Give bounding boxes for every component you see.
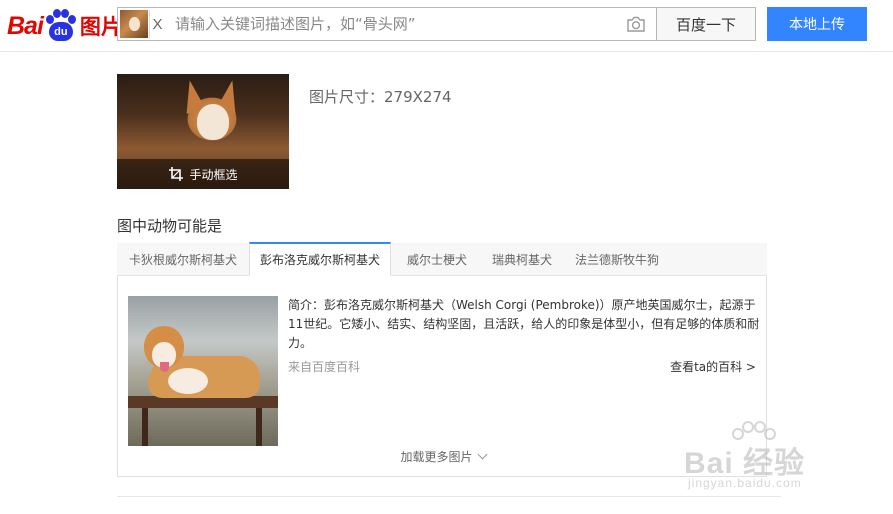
tab-welsh-terrier[interactable]: 威尔士梗犬 <box>393 243 481 276</box>
query-image-preview[interactable]: 手动框选 <box>117 74 289 189</box>
breed-description: 简介：彭布洛克威尔斯柯基犬（Welsh Corgi (Pembroke)）原产地… <box>288 298 760 350</box>
camera-icon[interactable] <box>627 16 645 32</box>
manual-crop-button[interactable]: 手动框选 <box>117 159 289 189</box>
watermark-url: jingyan.baidu.com <box>688 476 802 490</box>
source-label: 来自百度百科 <box>288 360 361 374</box>
tab-pembroke-corgi[interactable]: 彭布洛克威尔斯柯基犬 <box>249 242 391 276</box>
dog-tongue <box>160 362 169 372</box>
search-box: X <box>117 7 657 41</box>
manual-crop-label: 手动框选 <box>189 167 238 182</box>
upload-local-button[interactable]: 本地上传 <box>767 7 867 41</box>
logo-text-du: du <box>48 22 73 41</box>
load-more-button[interactable]: 加载更多图片 <box>118 448 768 465</box>
logo-text-bai: Bai <box>7 11 44 40</box>
dog-face <box>197 104 229 140</box>
bench-leg <box>256 408 262 446</box>
breed-tabs: 卡狄根威尔斯柯基犬 彭布洛克威尔斯柯基犬 威尔士梗犬 瑞典柯基犬 法兰德斯牧牛狗 <box>117 242 767 276</box>
baidu-jingyan-watermark: Bai 经验 jingyan.baidu.com <box>684 420 884 500</box>
crop-icon <box>169 167 184 181</box>
breed-info-card: 简介：彭布洛克威尔斯柯基犬（Welsh Corgi (Pembroke)）原产地… <box>117 276 767 477</box>
breed-image[interactable] <box>128 296 278 446</box>
view-encyclopedia-link[interactable]: 查看ta的百科 > <box>670 358 756 375</box>
dog-chest <box>168 368 208 394</box>
bench-leg <box>142 408 148 446</box>
query-image-thumbnail <box>120 10 148 38</box>
clear-image-button[interactable]: X <box>149 10 165 38</box>
tab-cardigan-corgi[interactable]: 卡狄根威尔斯柯基犬 <box>117 243 249 276</box>
image-size-text: 图片尺寸：279X274 <box>309 88 452 106</box>
search-input[interactable] <box>175 12 615 36</box>
logo-text-images: 图片 <box>79 15 122 39</box>
chevron-down-icon <box>477 449 487 460</box>
section-title: 图中动物可能是 <box>117 217 223 235</box>
tab-bouvier-des-flandres[interactable]: 法兰德斯牧牛狗 <box>563 243 671 276</box>
load-more-label: 加载更多图片 <box>400 450 473 464</box>
header-bar: Bai du 图片 X 百度一下 本地上传 <box>0 0 893 52</box>
search-button[interactable]: 百度一下 <box>656 7 756 41</box>
tab-swedish-vallhund[interactable]: 瑞典柯基犬 <box>481 243 563 276</box>
paw-icon: du <box>44 9 78 43</box>
baidu-images-logo[interactable]: Bai du 图片 <box>7 8 122 44</box>
divider <box>117 496 781 497</box>
